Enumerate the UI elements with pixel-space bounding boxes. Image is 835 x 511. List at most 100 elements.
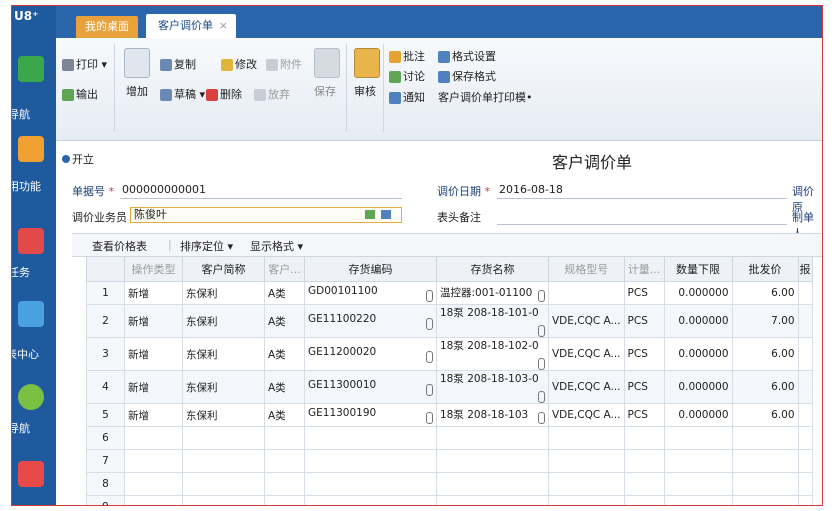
table-cell[interactable]: PCS (623, 304, 665, 338)
output-button[interactable]: 输出 (62, 86, 98, 102)
paperclip-icon[interactable] (538, 391, 545, 403)
table-cell[interactable] (548, 426, 625, 450)
paperclip-icon[interactable] (426, 383, 433, 396)
table-cell[interactable] (304, 495, 437, 505)
table-cell[interactable] (304, 449, 437, 473)
column-header[interactable]: 批发价 (731, 256, 799, 282)
copy-button[interactable]: 复制 (160, 56, 196, 72)
table-row[interactable]: 3 新增 东保利 A类 GE11200020 18泵 208-18-102-0 VDE,CQ… (86, 337, 813, 371)
table-cell[interactable] (731, 449, 799, 473)
table-cell[interactable]: 0.000000 (663, 370, 733, 404)
paperclip-icon[interactable] (538, 289, 545, 302)
nav-label-2[interactable]: 用功能 (12, 178, 41, 194)
column-header[interactable]: 计量... (623, 256, 665, 282)
paperclip-icon[interactable] (538, 325, 545, 337)
table-cell[interactable] (663, 449, 733, 473)
table-cell[interactable] (264, 449, 305, 473)
table-cell[interactable] (623, 426, 665, 450)
table-cell[interactable]: 东保利 (182, 403, 265, 427)
table-row[interactable]: 9 (86, 495, 813, 505)
table-cell[interactable]: A类 (264, 370, 305, 404)
table-row[interactable]: 1 新增 东保利 A类 GD00101100 温控器:001-01100 PCS 0.0000… (86, 281, 813, 305)
table-cell[interactable] (548, 281, 625, 305)
table-row[interactable]: 8 (86, 472, 813, 496)
table-cell[interactable]: GD00101100 (304, 281, 437, 305)
table-cell[interactable]: 3 (86, 337, 125, 371)
date-field[interactable]: 2016-08-18 (499, 183, 563, 196)
table-row[interactable]: 6 (86, 426, 813, 450)
table-cell[interactable]: 6.00 (731, 337, 799, 371)
table-cell[interactable]: PCS (623, 337, 665, 371)
table-cell[interactable]: 5 (86, 403, 125, 427)
table-cell[interactable]: 8 (86, 472, 125, 496)
add-button[interactable]: 增加 (126, 83, 148, 99)
table-cell[interactable] (548, 495, 625, 505)
table-cell[interactable]: 6 (86, 426, 125, 450)
navigation-icon[interactable] (18, 384, 44, 410)
table-cell[interactable]: 9 (86, 495, 125, 505)
table-cell[interactable]: 新增 (124, 281, 183, 305)
table-cell[interactable]: VDE,CQC A... (548, 403, 625, 427)
paperclip-icon[interactable] (426, 317, 433, 330)
remark-underline[interactable] (497, 224, 787, 225)
column-header[interactable] (86, 256, 125, 282)
table-row[interactable]: 2 新增 东保利 A类 GE11100220 18泵 208-18-101-0 VDE,CQ… (86, 304, 813, 338)
table-row[interactable]: 5 新增 东保利 A类 GE11300190 18泵 208-18-103 VDE,CQC … (86, 403, 813, 427)
table-cell[interactable] (797, 472, 813, 496)
table-cell[interactable] (663, 495, 733, 505)
column-header[interactable]: 存货名称 (436, 256, 549, 282)
column-header[interactable]: 报 (797, 256, 813, 282)
mail-icon[interactable] (18, 228, 44, 254)
table-cell[interactable] (548, 449, 625, 473)
annotate-button[interactable]: 批注 (389, 48, 425, 64)
display-format-button[interactable]: 显示格式 ▾ (250, 238, 303, 254)
table-cell[interactable]: 18泵 208-18-103-0 (436, 370, 549, 404)
table-cell[interactable] (663, 472, 733, 496)
table-cell[interactable]: 18泵 208-18-101-0 (436, 304, 549, 338)
table-cell[interactable]: VDE,CQC A... (548, 304, 625, 338)
table-cell[interactable] (797, 426, 813, 450)
table-cell[interactable]: 东保利 (182, 370, 265, 404)
table-cell[interactable]: 18泵 208-18-102-0 (436, 337, 549, 371)
column-header[interactable]: 规格型号 (548, 256, 625, 282)
table-cell[interactable]: 6.00 (731, 281, 799, 305)
table-row[interactable]: 4 新增 东保利 A类 GE11300010 18泵 208-18-103-0 VDE,CQ… (86, 370, 813, 404)
table-cell[interactable]: 东保利 (182, 337, 265, 371)
table-cell[interactable]: 1 (86, 281, 125, 305)
table-cell[interactable] (623, 449, 665, 473)
table-cell[interactable] (731, 495, 799, 505)
notify-button[interactable]: 通知 (389, 89, 425, 105)
audit-button[interactable]: 审核 (354, 83, 376, 99)
star-icon[interactable] (18, 136, 44, 162)
table-cell[interactable]: GE11200020 (304, 337, 437, 371)
column-header[interactable]: 操作类型 (124, 256, 183, 282)
table-row[interactable]: 7 (86, 449, 813, 473)
table-cell[interactable] (264, 426, 305, 450)
view-price-button[interactable]: 查看价格表 (92, 238, 147, 254)
table-cell[interactable]: A类 (264, 337, 305, 371)
close-icon[interactable]: × (219, 14, 228, 38)
format-setting-button[interactable]: 格式设置 (438, 48, 496, 64)
nav-label-5[interactable]: 导航 (12, 420, 30, 436)
table-cell[interactable]: PCS (623, 403, 665, 427)
table-cell[interactable] (304, 472, 437, 496)
paperclip-icon[interactable] (538, 411, 545, 424)
table-cell[interactable] (182, 472, 265, 496)
table-cell[interactable] (124, 426, 183, 450)
discuss-button[interactable]: 讨论 (389, 68, 425, 84)
nav-label-1[interactable]: 导航 (12, 106, 30, 122)
table-cell[interactable] (797, 304, 813, 338)
table-cell[interactable] (731, 426, 799, 450)
table-cell[interactable] (436, 449, 549, 473)
table-cell[interactable]: 7.00 (731, 304, 799, 338)
paperclip-icon[interactable] (426, 411, 433, 424)
table-cell[interactable]: PCS (623, 281, 665, 305)
table-cell[interactable]: GE11300190 (304, 403, 437, 427)
print-button[interactable]: 打印 ▾ (62, 56, 107, 72)
table-cell[interactable]: 4 (86, 370, 125, 404)
table-cell[interactable]: 2 (86, 304, 125, 338)
paperclip-icon[interactable] (426, 289, 433, 302)
table-cell[interactable]: 0.000000 (663, 281, 733, 305)
paperclip-icon[interactable] (426, 350, 433, 363)
table-cell[interactable]: 0.000000 (663, 337, 733, 371)
